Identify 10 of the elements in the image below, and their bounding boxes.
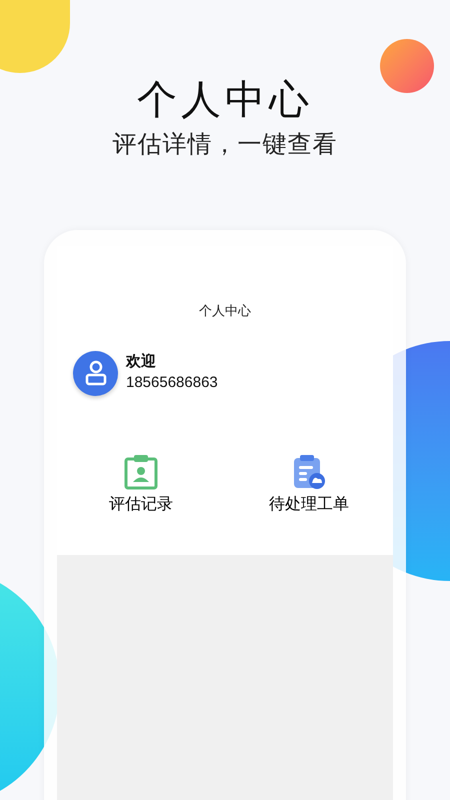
shortcut-button[interactable]: 待处理工单 xyxy=(225,454,393,516)
greeting: 欢迎 xyxy=(126,352,157,372)
phone-number: 18565686863 xyxy=(126,373,218,393)
screen-title: 个人中心 xyxy=(198,302,252,320)
clipboard-list-icon xyxy=(292,454,326,490)
user-icon xyxy=(84,360,106,386)
headline: 个人中心 xyxy=(137,77,313,124)
subheadline: 评估详情，一键查看 xyxy=(112,130,338,160)
shortcut-button[interactable]: 评估记录 xyxy=(57,454,225,516)
clipboard-person-icon xyxy=(124,454,158,490)
